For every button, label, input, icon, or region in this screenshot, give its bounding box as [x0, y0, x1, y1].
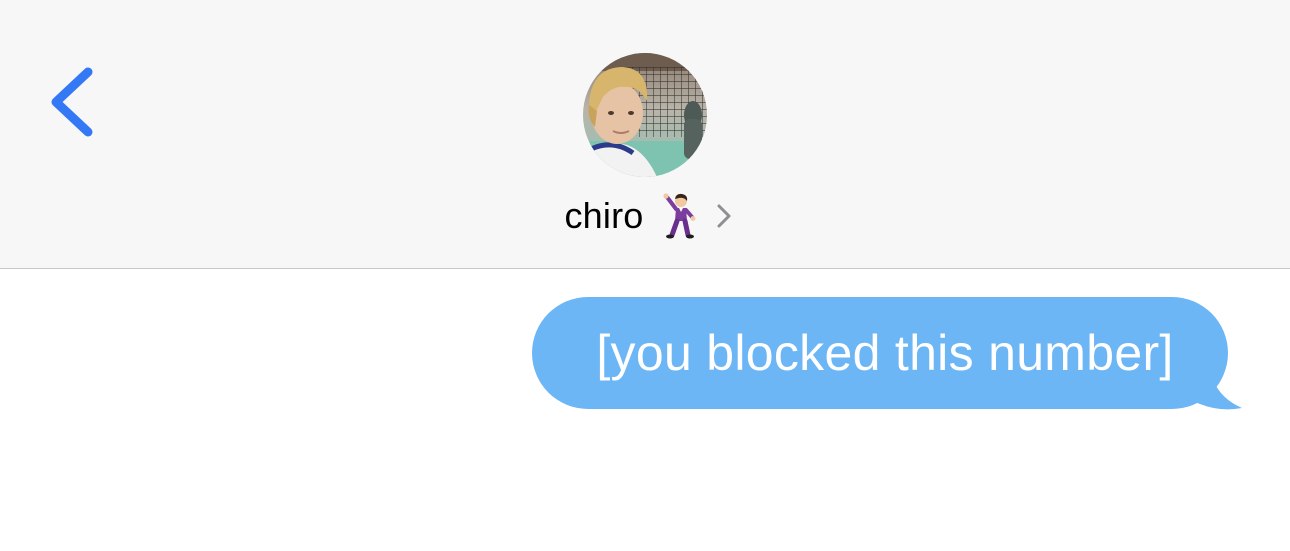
contact-row: chiro	[0, 186, 1290, 246]
chevron-right-icon	[716, 203, 732, 229]
message-text: [you blocked this number]	[596, 325, 1174, 381]
back-button[interactable]	[40, 62, 110, 142]
conversation-header: chiro	[0, 0, 1290, 269]
outgoing-message-bubble[interactable]: [you blocked this number]	[532, 297, 1228, 409]
man-dancing-icon	[662, 193, 696, 239]
chevron-left-icon	[51, 67, 93, 137]
contact-name: chiro	[564, 195, 644, 236]
contact-info-button[interactable]: chiro	[564, 193, 731, 239]
avatar-photo	[583, 53, 707, 177]
avatar[interactable]	[583, 53, 707, 177]
